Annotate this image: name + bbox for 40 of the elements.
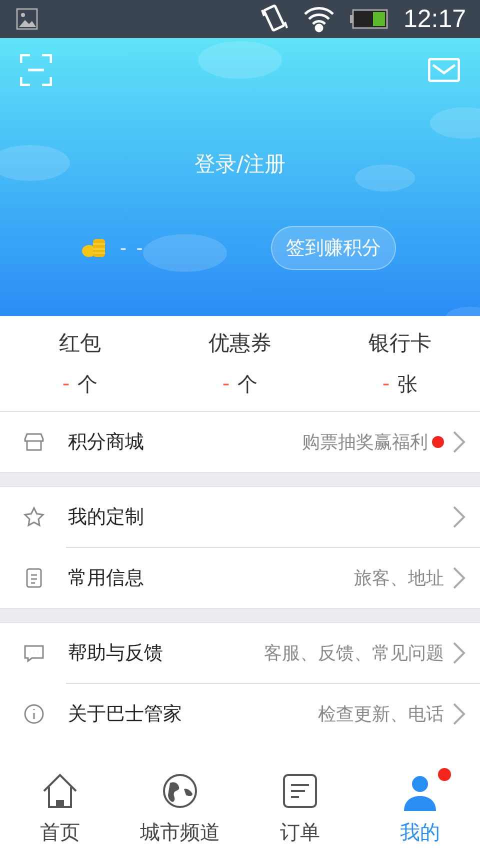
tab[interactable]: 首页 — [0, 762, 120, 854]
row-label: 常用信息 — [68, 566, 144, 591]
stat-unit: 张 — [398, 371, 418, 398]
points-value: - - — [120, 238, 145, 258]
row-detail: 购票抽奖赢福利 — [302, 431, 428, 454]
row-label: 我的定制 — [68, 505, 144, 530]
star-icon — [22, 505, 46, 529]
chevron-icon — [452, 505, 466, 529]
row-detail: 旅客、地址 — [354, 567, 444, 590]
tab[interactable]: 订单 — [240, 762, 360, 854]
chevron-icon — [452, 566, 466, 590]
stat-value: - — [382, 371, 390, 397]
row-detail: 检查更新、电话 — [318, 703, 444, 726]
tab[interactable]: 城市频道 — [120, 762, 240, 854]
menu-row[interactable]: 我的定制 — [0, 487, 480, 547]
stat-unit: 个 — [78, 371, 98, 398]
scan-icon[interactable] — [20, 54, 52, 86]
stat-unit: 个 — [238, 371, 258, 398]
image-icon — [16, 8, 38, 30]
coins-icon — [82, 237, 106, 259]
menu-row[interactable]: 帮助与反馈 客服、反馈、常见问题 — [0, 623, 480, 683]
mail-icon[interactable] — [428, 58, 460, 82]
status-time: 12:17 — [403, 4, 466, 34]
battery-icon — [349, 8, 390, 30]
row-label: 关于巴士管家 — [68, 702, 182, 727]
row-label: 积分商城 — [68, 430, 144, 455]
stat-value: - — [222, 371, 230, 397]
menu-row[interactable]: 积分商城 购票抽奖赢福利 — [0, 412, 480, 472]
info-icon — [22, 702, 46, 726]
row-detail: 客服、反馈、常见问题 — [264, 642, 444, 665]
chevron-icon — [452, 641, 466, 665]
chevron-icon — [452, 702, 466, 726]
chevron-icon — [452, 430, 466, 454]
stat-value: - — [62, 371, 70, 397]
row-label: 帮助与反馈 — [68, 641, 163, 666]
stat-label: 优惠券 — [208, 330, 272, 357]
stat-label: 红包 — [59, 330, 101, 357]
stat-label: 银行卡 — [368, 330, 432, 357]
menu-row[interactable]: 常用信息 旅客、地址 — [0, 548, 480, 608]
menu-row[interactable]: 关于巴士管家 检查更新、电话 — [0, 684, 480, 744]
